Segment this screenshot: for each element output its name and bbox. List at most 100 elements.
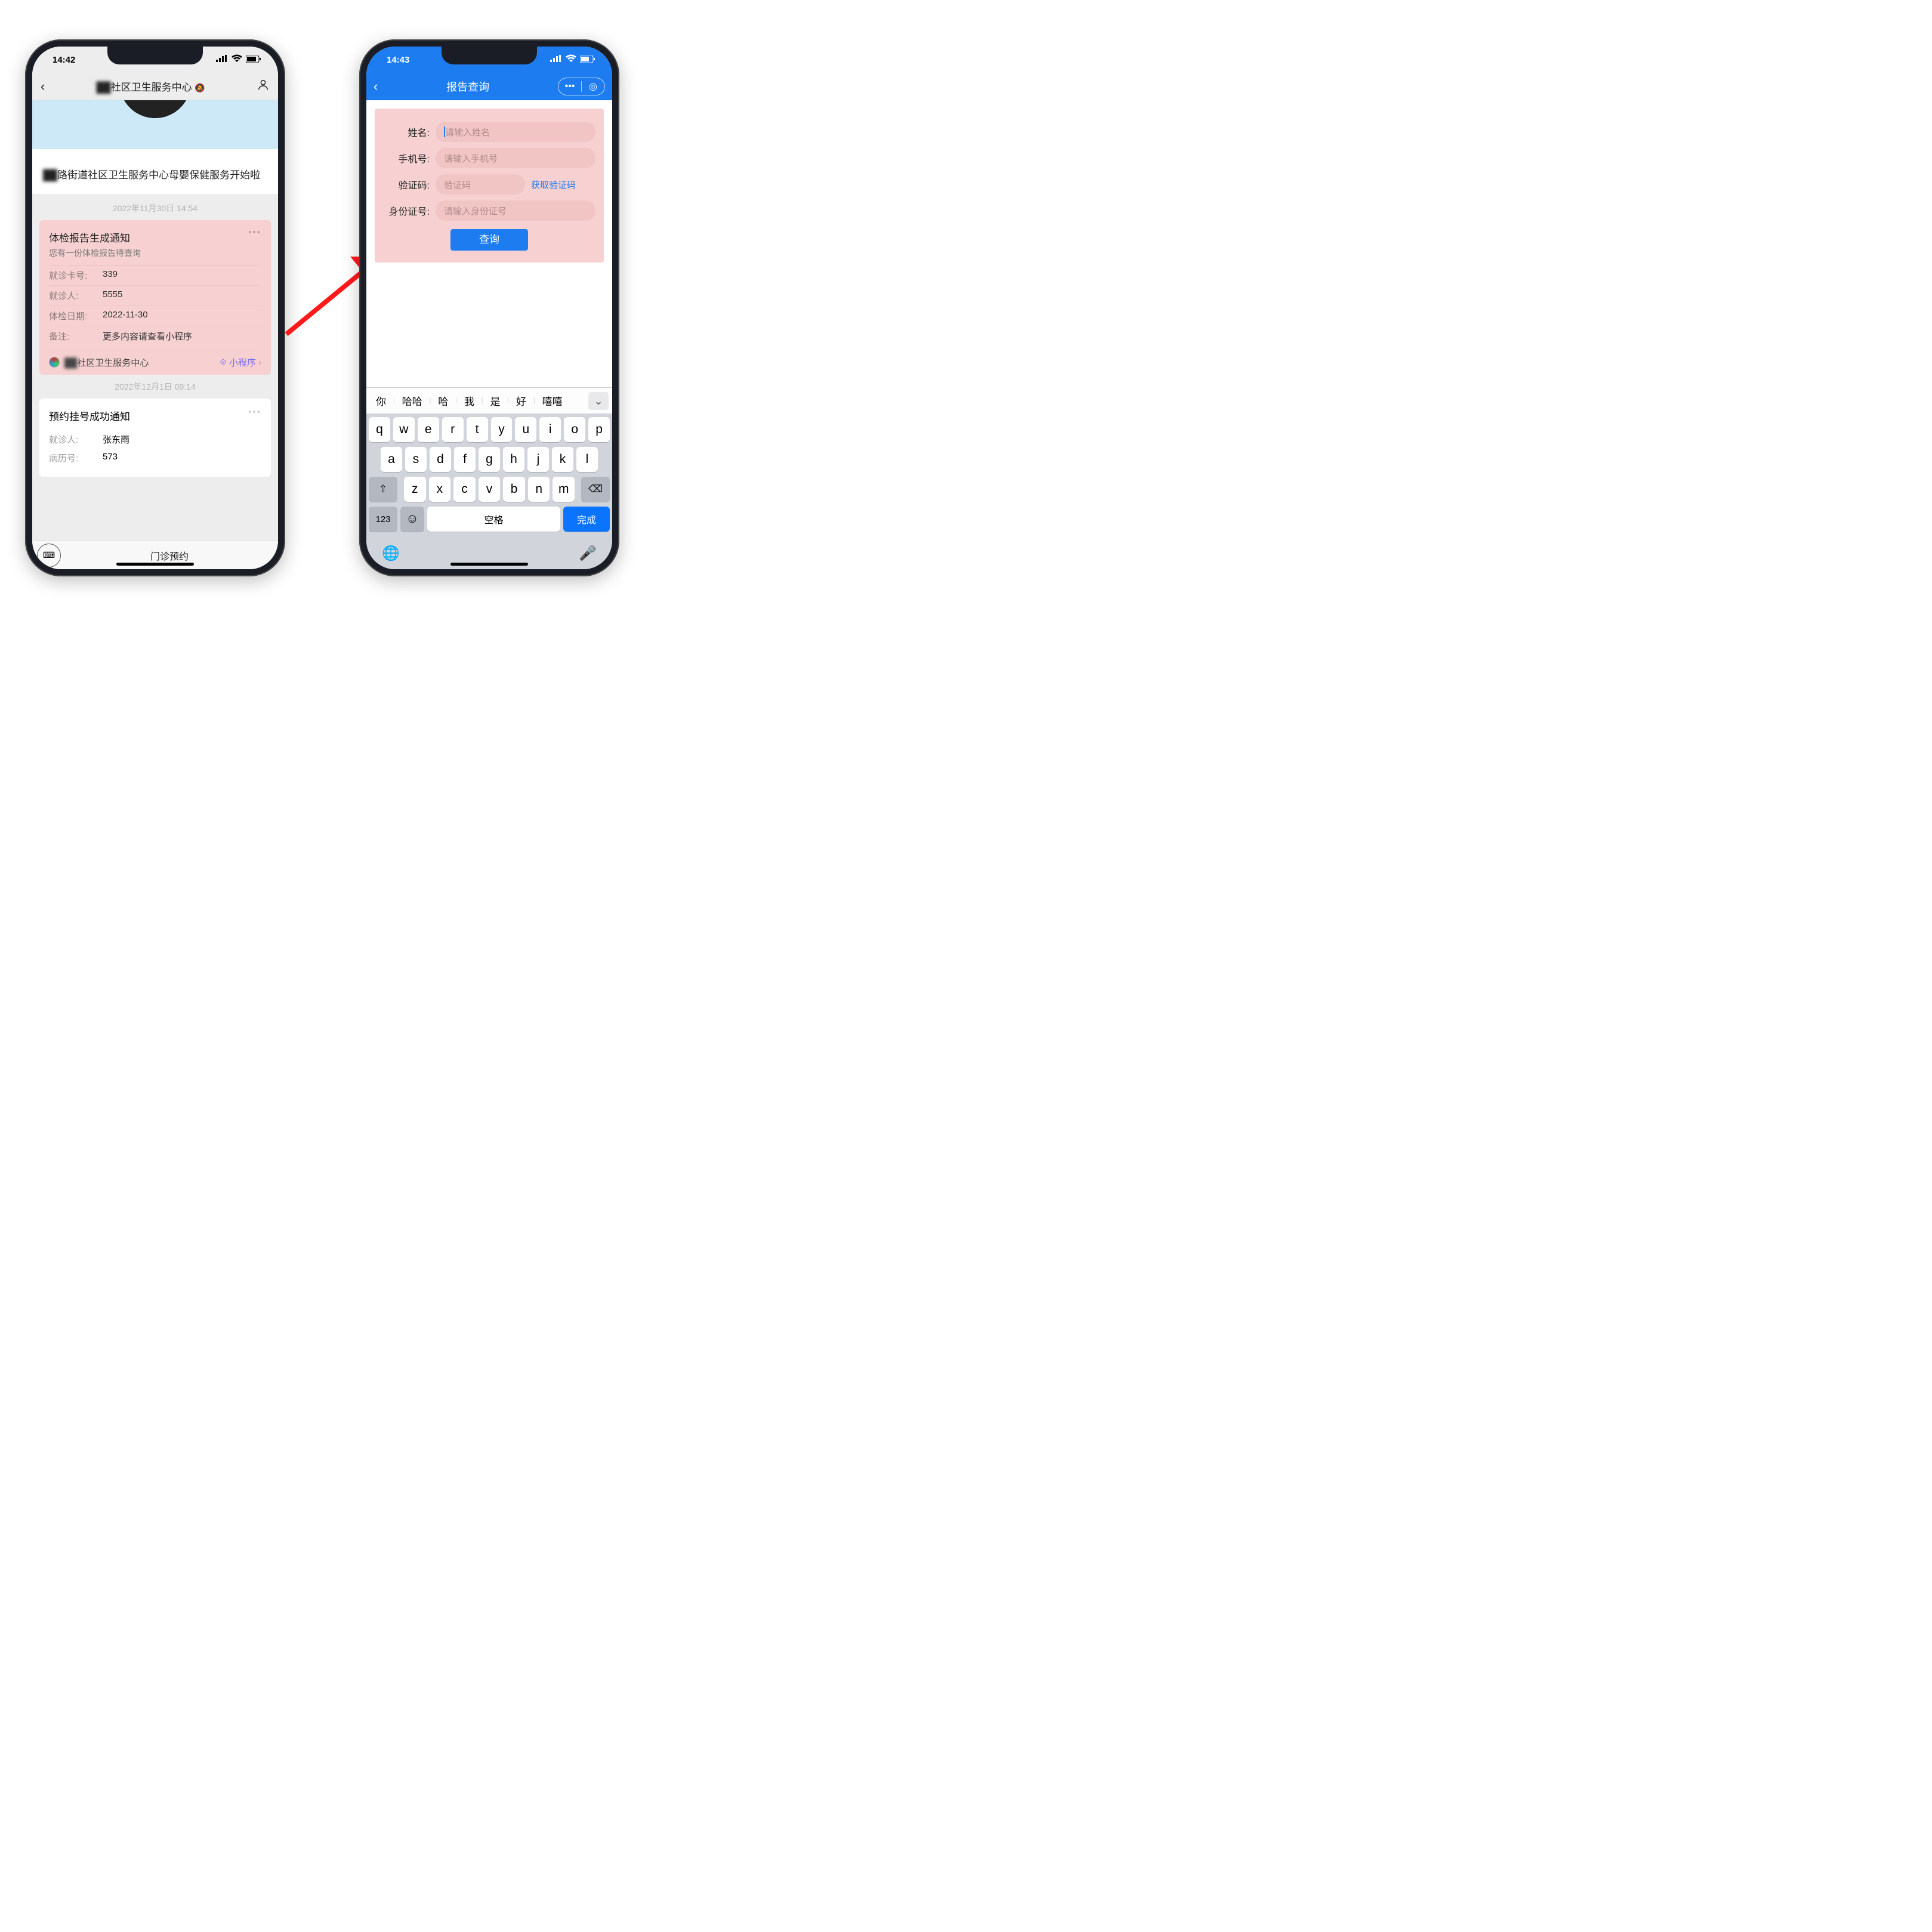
shift-key[interactable]: ⇧ bbox=[369, 477, 397, 502]
suggestion[interactable]: 哈哈 bbox=[396, 393, 428, 408]
nav-title: ██社区卫生服务中心 🔕 bbox=[51, 79, 251, 94]
menu-icon[interactable]: ••• bbox=[558, 81, 581, 92]
space-key[interactable]: 空格 bbox=[427, 507, 560, 532]
appointment-card[interactable]: ••• 预约挂号成功通知 就诊人:张东雨病历号:573 bbox=[39, 399, 271, 477]
key-s[interactable]: s bbox=[405, 447, 427, 472]
link-icon: ⟐ bbox=[220, 357, 227, 368]
report-card[interactable]: ••• 体检报告生成通知 您有一份体检报告待查询 就诊卡号:339就诊人:555… bbox=[39, 220, 271, 375]
org-name: ██社区卫生服务中心 bbox=[64, 356, 149, 369]
key-c[interactable]: c bbox=[453, 477, 476, 502]
key-l[interactable]: l bbox=[576, 447, 598, 472]
key-b[interactable]: b bbox=[503, 477, 525, 502]
key-p[interactable]: p bbox=[588, 417, 610, 442]
report-row: 就诊卡号:339 bbox=[49, 265, 261, 285]
nav-bar: ‹ ██社区卫生服务中心 🔕 bbox=[32, 73, 278, 100]
id-input[interactable]: 请输入身份证号 bbox=[436, 200, 595, 221]
banner-image bbox=[32, 100, 278, 160]
suggestion[interactable]: 我 bbox=[458, 393, 480, 408]
key-t[interactable]: t bbox=[467, 417, 488, 442]
home-indicator[interactable] bbox=[116, 563, 194, 566]
suggestion[interactable]: 嘻嘻 bbox=[536, 393, 569, 408]
status-time: 14:42 bbox=[53, 55, 75, 65]
key-j[interactable]: j bbox=[527, 447, 549, 472]
bottom-menu-item[interactable]: 门诊预约 bbox=[61, 548, 278, 563]
phone-input[interactable]: 请输入手机号 bbox=[436, 148, 595, 168]
key-y[interactable]: y bbox=[491, 417, 513, 442]
emoji-key[interactable]: ☺ bbox=[400, 507, 424, 532]
numeric-key[interactable]: 123 bbox=[369, 507, 397, 532]
key-k[interactable]: k bbox=[552, 447, 573, 472]
status-time: 14:43 bbox=[387, 55, 409, 65]
report-subtitle: 您有一份体检报告待查询 bbox=[49, 247, 261, 259]
key-u[interactable]: u bbox=[515, 417, 536, 442]
news-card[interactable]: ██路街道社区卫生服务中心母婴保健服务开始啦 bbox=[32, 160, 278, 194]
key-w[interactable]: w bbox=[393, 417, 415, 442]
cellular-icon bbox=[550, 53, 562, 67]
key-m[interactable]: m bbox=[553, 477, 575, 502]
report-row: 体检日期:2022-11-30 bbox=[49, 305, 261, 326]
phone-left: 14:42 ‹ ██社区卫生服务中心 🔕 bbox=[25, 39, 285, 576]
done-key[interactable]: 完成 bbox=[563, 507, 610, 532]
report-row: 备注:更多内容请查看小程序 bbox=[49, 326, 261, 346]
key-i[interactable]: i bbox=[539, 417, 561, 442]
news-text: 路街道社区卫生服务中心母婴保健服务开始啦 bbox=[57, 169, 260, 181]
screen-right: 14:43 ‹ 报告查询 ••• ◎ bbox=[366, 47, 612, 569]
phone-label: 手机号: bbox=[383, 151, 430, 165]
key-v[interactable]: v bbox=[479, 477, 501, 502]
key-h[interactable]: h bbox=[503, 447, 524, 472]
get-code-button[interactable]: 获取验证码 bbox=[531, 178, 579, 191]
chat-scroll[interactable]: ██路街道社区卫生服务中心母婴保健服务开始啦 2022年11月30日 14:54… bbox=[32, 100, 278, 541]
mute-icon: 🔕 bbox=[195, 83, 205, 92]
mic-icon[interactable]: 🎤 bbox=[579, 545, 597, 562]
suggestion[interactable]: 哈 bbox=[432, 393, 454, 408]
chevron-right-icon: › bbox=[258, 357, 261, 368]
query-button[interactable]: 查询 bbox=[450, 229, 528, 251]
card-title: 预约挂号成功通知 bbox=[49, 408, 261, 423]
suggestion[interactable]: 是 bbox=[484, 393, 506, 408]
phone-right: 14:43 ‹ 报告查询 ••• ◎ bbox=[359, 39, 619, 576]
battery-icon bbox=[580, 55, 595, 65]
back-icon[interactable]: ‹ bbox=[374, 79, 378, 94]
report-footer[interactable]: ██社区卫生服务中心 ⟐ 小程序 › bbox=[49, 350, 261, 369]
suggestion[interactable]: 你 bbox=[370, 393, 392, 408]
home-indicator[interactable] bbox=[450, 563, 528, 566]
report-row: 就诊人:5555 bbox=[49, 285, 261, 305]
back-icon[interactable]: ‹ bbox=[41, 79, 45, 94]
status-icons bbox=[550, 53, 595, 67]
miniprogram-capsule: ••• ◎ bbox=[558, 78, 605, 95]
name-label: 姓名: bbox=[383, 125, 430, 139]
miniprogram-link[interactable]: ⟐ 小程序 › bbox=[220, 356, 261, 369]
key-d[interactable]: d bbox=[430, 447, 451, 472]
key-x[interactable]: x bbox=[429, 477, 451, 502]
key-e[interactable]: e bbox=[418, 417, 439, 442]
collapse-keyboard-icon[interactable]: ⌄ bbox=[588, 392, 609, 410]
nav-bar: ‹ 报告查询 ••• ◎ bbox=[366, 73, 612, 100]
id-label: 身份证号: bbox=[383, 203, 430, 218]
globe-icon[interactable]: 🌐 bbox=[382, 545, 400, 562]
code-input[interactable]: 验证码 bbox=[436, 174, 525, 195]
key-r[interactable]: r bbox=[442, 417, 464, 442]
nav-title: 报告查询 bbox=[378, 79, 558, 94]
backspace-key[interactable]: ⌫ bbox=[581, 477, 610, 502]
battery-icon bbox=[246, 55, 261, 65]
key-f[interactable]: f bbox=[454, 447, 476, 472]
keyboard-area: 你|哈哈|哈|我|是|好|嘻嘻 ⌄ qwertyuiop asdfghjkl ⇧… bbox=[366, 387, 612, 569]
more-icon[interactable]: ••• bbox=[248, 227, 261, 237]
notch bbox=[442, 47, 537, 64]
wifi-icon bbox=[231, 53, 243, 67]
name-input[interactable]: 请输入姓名 bbox=[436, 122, 595, 142]
key-a[interactable]: a bbox=[381, 447, 402, 472]
key-z[interactable]: z bbox=[404, 477, 426, 502]
keyboard-toggle-icon[interactable]: ⌨ bbox=[37, 544, 61, 567]
profile-icon[interactable] bbox=[257, 78, 270, 94]
suggestion[interactable]: 好 bbox=[510, 393, 532, 408]
code-label: 验证码: bbox=[383, 177, 430, 192]
key-g[interactable]: g bbox=[479, 447, 500, 472]
key-q[interactable]: q bbox=[369, 417, 390, 442]
key-o[interactable]: o bbox=[564, 417, 585, 442]
more-icon[interactable]: ••• bbox=[248, 407, 261, 417]
close-icon[interactable]: ◎ bbox=[582, 81, 604, 92]
card-row: 就诊人:张东雨 bbox=[49, 430, 261, 449]
key-n[interactable]: n bbox=[528, 477, 550, 502]
timestamp: 2022年12月1日 09:14 bbox=[32, 381, 278, 393]
